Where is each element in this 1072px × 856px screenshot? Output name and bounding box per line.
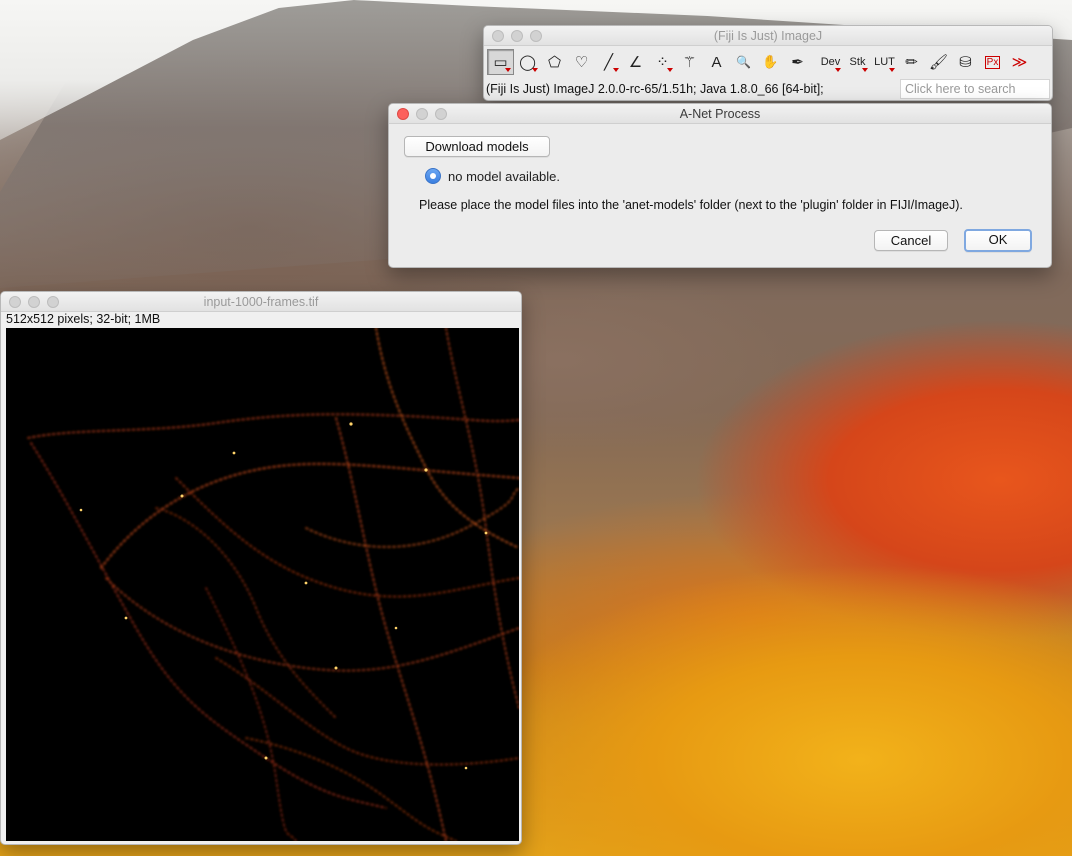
angle-tool-icon: ∠ bbox=[628, 54, 643, 71]
lut-label: LUT bbox=[874, 56, 895, 68]
close-button[interactable] bbox=[9, 296, 21, 308]
imagej-title: (Fiji Is Just) ImageJ bbox=[713, 29, 823, 43]
window-controls bbox=[492, 30, 542, 42]
flood-fill-icon: ⛁ bbox=[959, 54, 972, 71]
ok-button[interactable]: OK bbox=[964, 229, 1032, 252]
wand-tool-icon: ⚚ bbox=[682, 54, 697, 71]
model-radio-label: no model available. bbox=[448, 168, 561, 184]
hand-tool[interactable]: ✋ bbox=[757, 49, 784, 75]
dropper-tool[interactable]: ✒ bbox=[784, 49, 811, 75]
brush-tool[interactable]: 🖌 bbox=[925, 49, 952, 75]
imagej-window[interactable]: (Fiji Is Just) ImageJ ▭ ◯ ⬠ ♡ ╱ ∠ ⁘ ⚚ A bbox=[483, 25, 1053, 101]
magnifier-tool-icon: 🔍 bbox=[736, 55, 751, 69]
imagej-statusbar: (Fiji Is Just) ImageJ 2.0.0-rc-65/1.51h;… bbox=[484, 78, 1052, 100]
more-tools-icon: ≫ bbox=[1011, 54, 1028, 71]
filament-traces bbox=[27, 328, 519, 841]
px-label: Px bbox=[984, 55, 1001, 69]
close-button[interactable] bbox=[492, 30, 504, 42]
freehand-tool-icon: ♡ bbox=[574, 54, 589, 71]
search-field[interactable]: Click here to search bbox=[900, 79, 1050, 99]
model-radio-option[interactable]: no model available. bbox=[425, 168, 560, 184]
flood-fill-tool[interactable]: ⛁ bbox=[952, 49, 979, 75]
more-tools-button[interactable]: ≫ bbox=[1006, 49, 1033, 75]
point-tool[interactable]: ⁘ bbox=[649, 49, 676, 75]
bright-spots bbox=[79, 422, 488, 770]
anet-title: A-Net Process bbox=[679, 107, 761, 121]
stk-label: Stk bbox=[849, 56, 866, 68]
radio-selected-icon[interactable] bbox=[425, 168, 441, 184]
brush-icon: 🖌 bbox=[928, 54, 949, 71]
polygon-tool-icon: ⬠ bbox=[547, 54, 562, 71]
anet-process-dialog[interactable]: A-Net Process Download models no model a… bbox=[388, 103, 1052, 268]
oval-tool[interactable]: ◯ bbox=[514, 49, 541, 75]
rectangle-tool[interactable]: ▭ bbox=[487, 49, 514, 75]
dropper-tool-icon: ✒ bbox=[791, 54, 804, 71]
image-titlebar[interactable]: input-1000-frames.tif bbox=[1, 292, 521, 312]
pencil-icon: ✏ bbox=[905, 54, 918, 71]
text-tool[interactable]: A bbox=[703, 49, 730, 75]
pencil-tool[interactable]: ✏ bbox=[898, 49, 925, 75]
lut-menu-tool[interactable]: LUT bbox=[871, 49, 898, 75]
stk-menu-tool[interactable]: Stk bbox=[844, 49, 871, 75]
image-title: input-1000-frames.tif bbox=[203, 295, 319, 309]
info-message: Please place the model files into the 'a… bbox=[419, 198, 963, 212]
hand-tool-icon: ✋ bbox=[762, 54, 779, 69]
image-canvas[interactable] bbox=[6, 328, 519, 841]
image-window[interactable]: input-1000-frames.tif 512x512 pixels; 32… bbox=[0, 291, 522, 845]
dev-label: Dev bbox=[820, 56, 841, 68]
imagej-status-text: (Fiji Is Just) ImageJ 2.0.0-rc-65/1.51h;… bbox=[486, 82, 824, 96]
minimize-button[interactable] bbox=[28, 296, 40, 308]
close-button[interactable] bbox=[397, 108, 409, 120]
zoom-button[interactable] bbox=[47, 296, 59, 308]
wand-tool[interactable]: ⚚ bbox=[676, 49, 703, 75]
zoom-button[interactable] bbox=[435, 108, 447, 120]
angle-tool[interactable]: ∠ bbox=[622, 49, 649, 75]
polygon-tool[interactable]: ⬠ bbox=[541, 49, 568, 75]
cancel-button[interactable]: Cancel bbox=[874, 230, 948, 251]
anet-dialog-body: Download models no model available. Plea… bbox=[389, 124, 1051, 267]
image-info: 512x512 pixels; 32-bit; 1MB bbox=[1, 312, 521, 327]
microscopy-image bbox=[27, 328, 519, 841]
anet-titlebar[interactable]: A-Net Process bbox=[389, 104, 1051, 124]
px-tool[interactable]: Px bbox=[979, 49, 1006, 75]
magnifier-tool[interactable]: 🔍 bbox=[730, 49, 757, 75]
download-models-button[interactable]: Download models bbox=[404, 136, 550, 157]
window-controls bbox=[397, 108, 447, 120]
zoom-button[interactable] bbox=[530, 30, 542, 42]
imagej-toolbar: ▭ ◯ ⬠ ♡ ╱ ∠ ⁘ ⚚ A 🔍 ✋ ✒ Dev Stk LUT ✏ 🖌 … bbox=[484, 46, 1052, 78]
line-tool[interactable]: ╱ bbox=[595, 49, 622, 75]
window-controls bbox=[9, 296, 59, 308]
minimize-button[interactable] bbox=[511, 30, 523, 42]
dev-menu-tool[interactable]: Dev bbox=[817, 49, 844, 75]
imagej-titlebar[interactable]: (Fiji Is Just) ImageJ bbox=[484, 26, 1052, 46]
text-tool-icon: A bbox=[711, 53, 722, 71]
freehand-tool[interactable]: ♡ bbox=[568, 49, 595, 75]
line-tool-icon: ╱ bbox=[603, 54, 614, 71]
minimize-button[interactable] bbox=[416, 108, 428, 120]
